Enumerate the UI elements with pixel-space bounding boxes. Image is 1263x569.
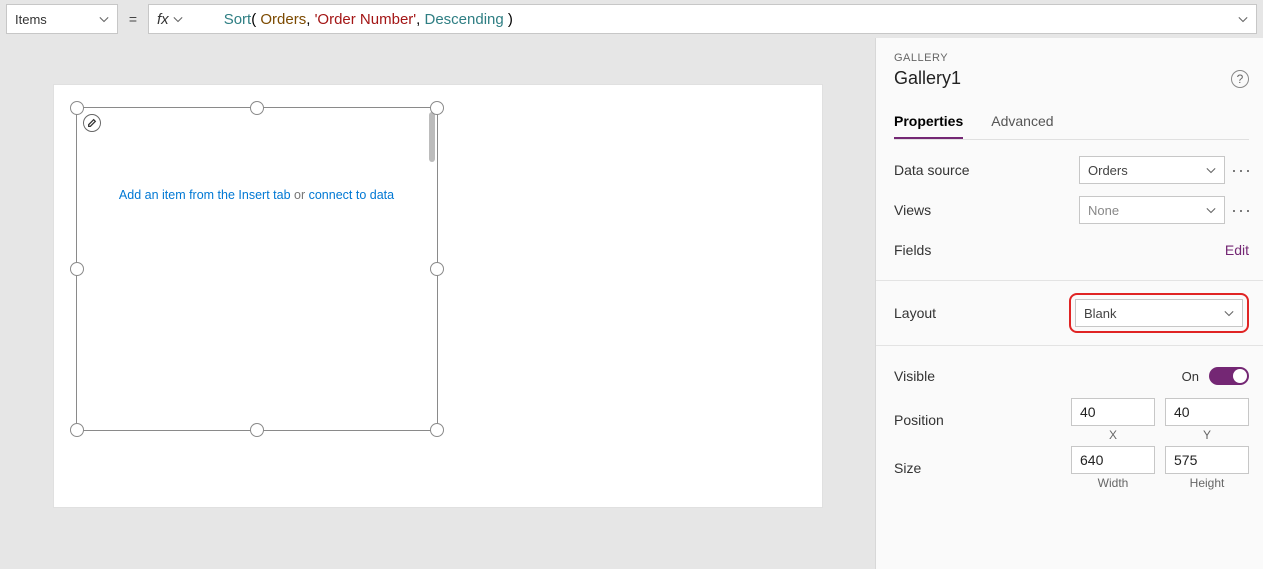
data-source-more[interactable]: ··· bbox=[1231, 165, 1249, 175]
label-x: X bbox=[1071, 428, 1155, 442]
row-fields: Fields Edit bbox=[894, 230, 1249, 270]
canvas-area: Add an item from the Insert tab or conne… bbox=[0, 38, 875, 569]
row-data-source: Data source Orders ··· bbox=[894, 150, 1249, 190]
label-width: Width bbox=[1071, 476, 1155, 490]
position-x-input[interactable] bbox=[1071, 398, 1155, 426]
resize-handle[interactable] bbox=[70, 262, 84, 276]
resize-handle[interactable] bbox=[430, 262, 444, 276]
formula-expand[interactable] bbox=[1238, 11, 1248, 28]
hint-insert-link[interactable]: Add an item from the Insert tab bbox=[119, 188, 291, 202]
row-views: Views None ··· bbox=[894, 190, 1249, 230]
fields-edit-link[interactable]: Edit bbox=[1225, 242, 1249, 258]
formula-text: Sort( Orders, 'Order Number', Descending… bbox=[199, 0, 513, 45]
pencil-icon bbox=[87, 118, 97, 128]
edit-gallery-button[interactable] bbox=[83, 114, 101, 132]
label-size: Size bbox=[894, 460, 921, 476]
row-layout: Layout Blank bbox=[894, 291, 1249, 335]
resize-handle[interactable] bbox=[70, 101, 84, 115]
row-visible: Visible On bbox=[894, 356, 1249, 396]
chevron-down-icon bbox=[1206, 205, 1216, 215]
hint-mid: or bbox=[291, 188, 309, 202]
resize-handle[interactable] bbox=[250, 101, 264, 115]
property-selector-label: Items bbox=[15, 12, 47, 27]
views-more[interactable]: ··· bbox=[1231, 205, 1249, 215]
label-y: Y bbox=[1165, 428, 1249, 442]
fx-dropdown[interactable] bbox=[173, 11, 183, 28]
size-width-input[interactable] bbox=[1071, 446, 1155, 474]
resize-handle[interactable] bbox=[430, 101, 444, 115]
fx-label: fx bbox=[157, 11, 169, 28]
visible-state-text: On bbox=[1182, 369, 1199, 384]
resize-handle[interactable] bbox=[250, 423, 264, 437]
layout-highlight: Blank bbox=[1069, 293, 1249, 333]
property-selector[interactable]: Items bbox=[6, 4, 118, 34]
gallery-control[interactable]: Add an item from the Insert tab or conne… bbox=[76, 107, 438, 431]
workspace: Add an item from the Insert tab or conne… bbox=[0, 38, 1263, 569]
panel-tabs: Properties Advanced bbox=[894, 105, 1249, 140]
tab-advanced[interactable]: Advanced bbox=[991, 105, 1053, 139]
position-y-input[interactable] bbox=[1165, 398, 1249, 426]
chevron-down-icon bbox=[1238, 14, 1248, 24]
help-icon[interactable]: ? bbox=[1231, 70, 1249, 88]
views-select[interactable]: None bbox=[1079, 196, 1225, 224]
app-screen[interactable]: Add an item from the Insert tab or conne… bbox=[53, 84, 823, 508]
formula-input[interactable]: fx Sort( Orders, 'Order Number', Descend… bbox=[148, 4, 1257, 34]
chevron-down-icon bbox=[173, 14, 183, 24]
size-height-input[interactable] bbox=[1165, 446, 1249, 474]
gallery-hint: Add an item from the Insert tab or conne… bbox=[77, 188, 437, 202]
label-fields: Fields bbox=[894, 242, 931, 258]
data-source-value: Orders bbox=[1088, 163, 1128, 178]
label-views: Views bbox=[894, 202, 931, 218]
control-name[interactable]: Gallery1 bbox=[894, 68, 961, 89]
gallery-scrollbar[interactable] bbox=[429, 112, 435, 162]
visible-toggle[interactable] bbox=[1209, 367, 1249, 385]
label-height: Height bbox=[1165, 476, 1249, 490]
equals-sign: = bbox=[126, 11, 140, 27]
properties-panel: GALLERY Gallery1 ? Properties Advanced D… bbox=[875, 38, 1263, 569]
resize-handle[interactable] bbox=[430, 423, 444, 437]
divider bbox=[876, 345, 1263, 346]
divider bbox=[876, 280, 1263, 281]
chevron-down-icon bbox=[99, 14, 109, 24]
chevron-down-icon bbox=[1224, 308, 1234, 318]
formula-bar: Items = fx Sort( Orders, 'Order Number',… bbox=[0, 0, 1263, 38]
layout-value: Blank bbox=[1084, 306, 1117, 321]
data-source-select[interactable]: Orders bbox=[1079, 156, 1225, 184]
layout-select[interactable]: Blank bbox=[1075, 299, 1243, 327]
row-position: Position X Y bbox=[894, 396, 1249, 444]
label-position: Position bbox=[894, 412, 944, 428]
hint-connect-link[interactable]: connect to data bbox=[309, 188, 394, 202]
views-value: None bbox=[1088, 203, 1119, 218]
label-layout: Layout bbox=[894, 305, 936, 321]
row-size: Size Width Height bbox=[894, 444, 1249, 492]
label-data-source: Data source bbox=[894, 162, 969, 178]
control-type-label: GALLERY bbox=[894, 52, 1249, 64]
resize-handle[interactable] bbox=[70, 423, 84, 437]
label-visible: Visible bbox=[894, 368, 935, 384]
chevron-down-icon bbox=[1206, 165, 1216, 175]
tab-properties[interactable]: Properties bbox=[894, 105, 963, 139]
